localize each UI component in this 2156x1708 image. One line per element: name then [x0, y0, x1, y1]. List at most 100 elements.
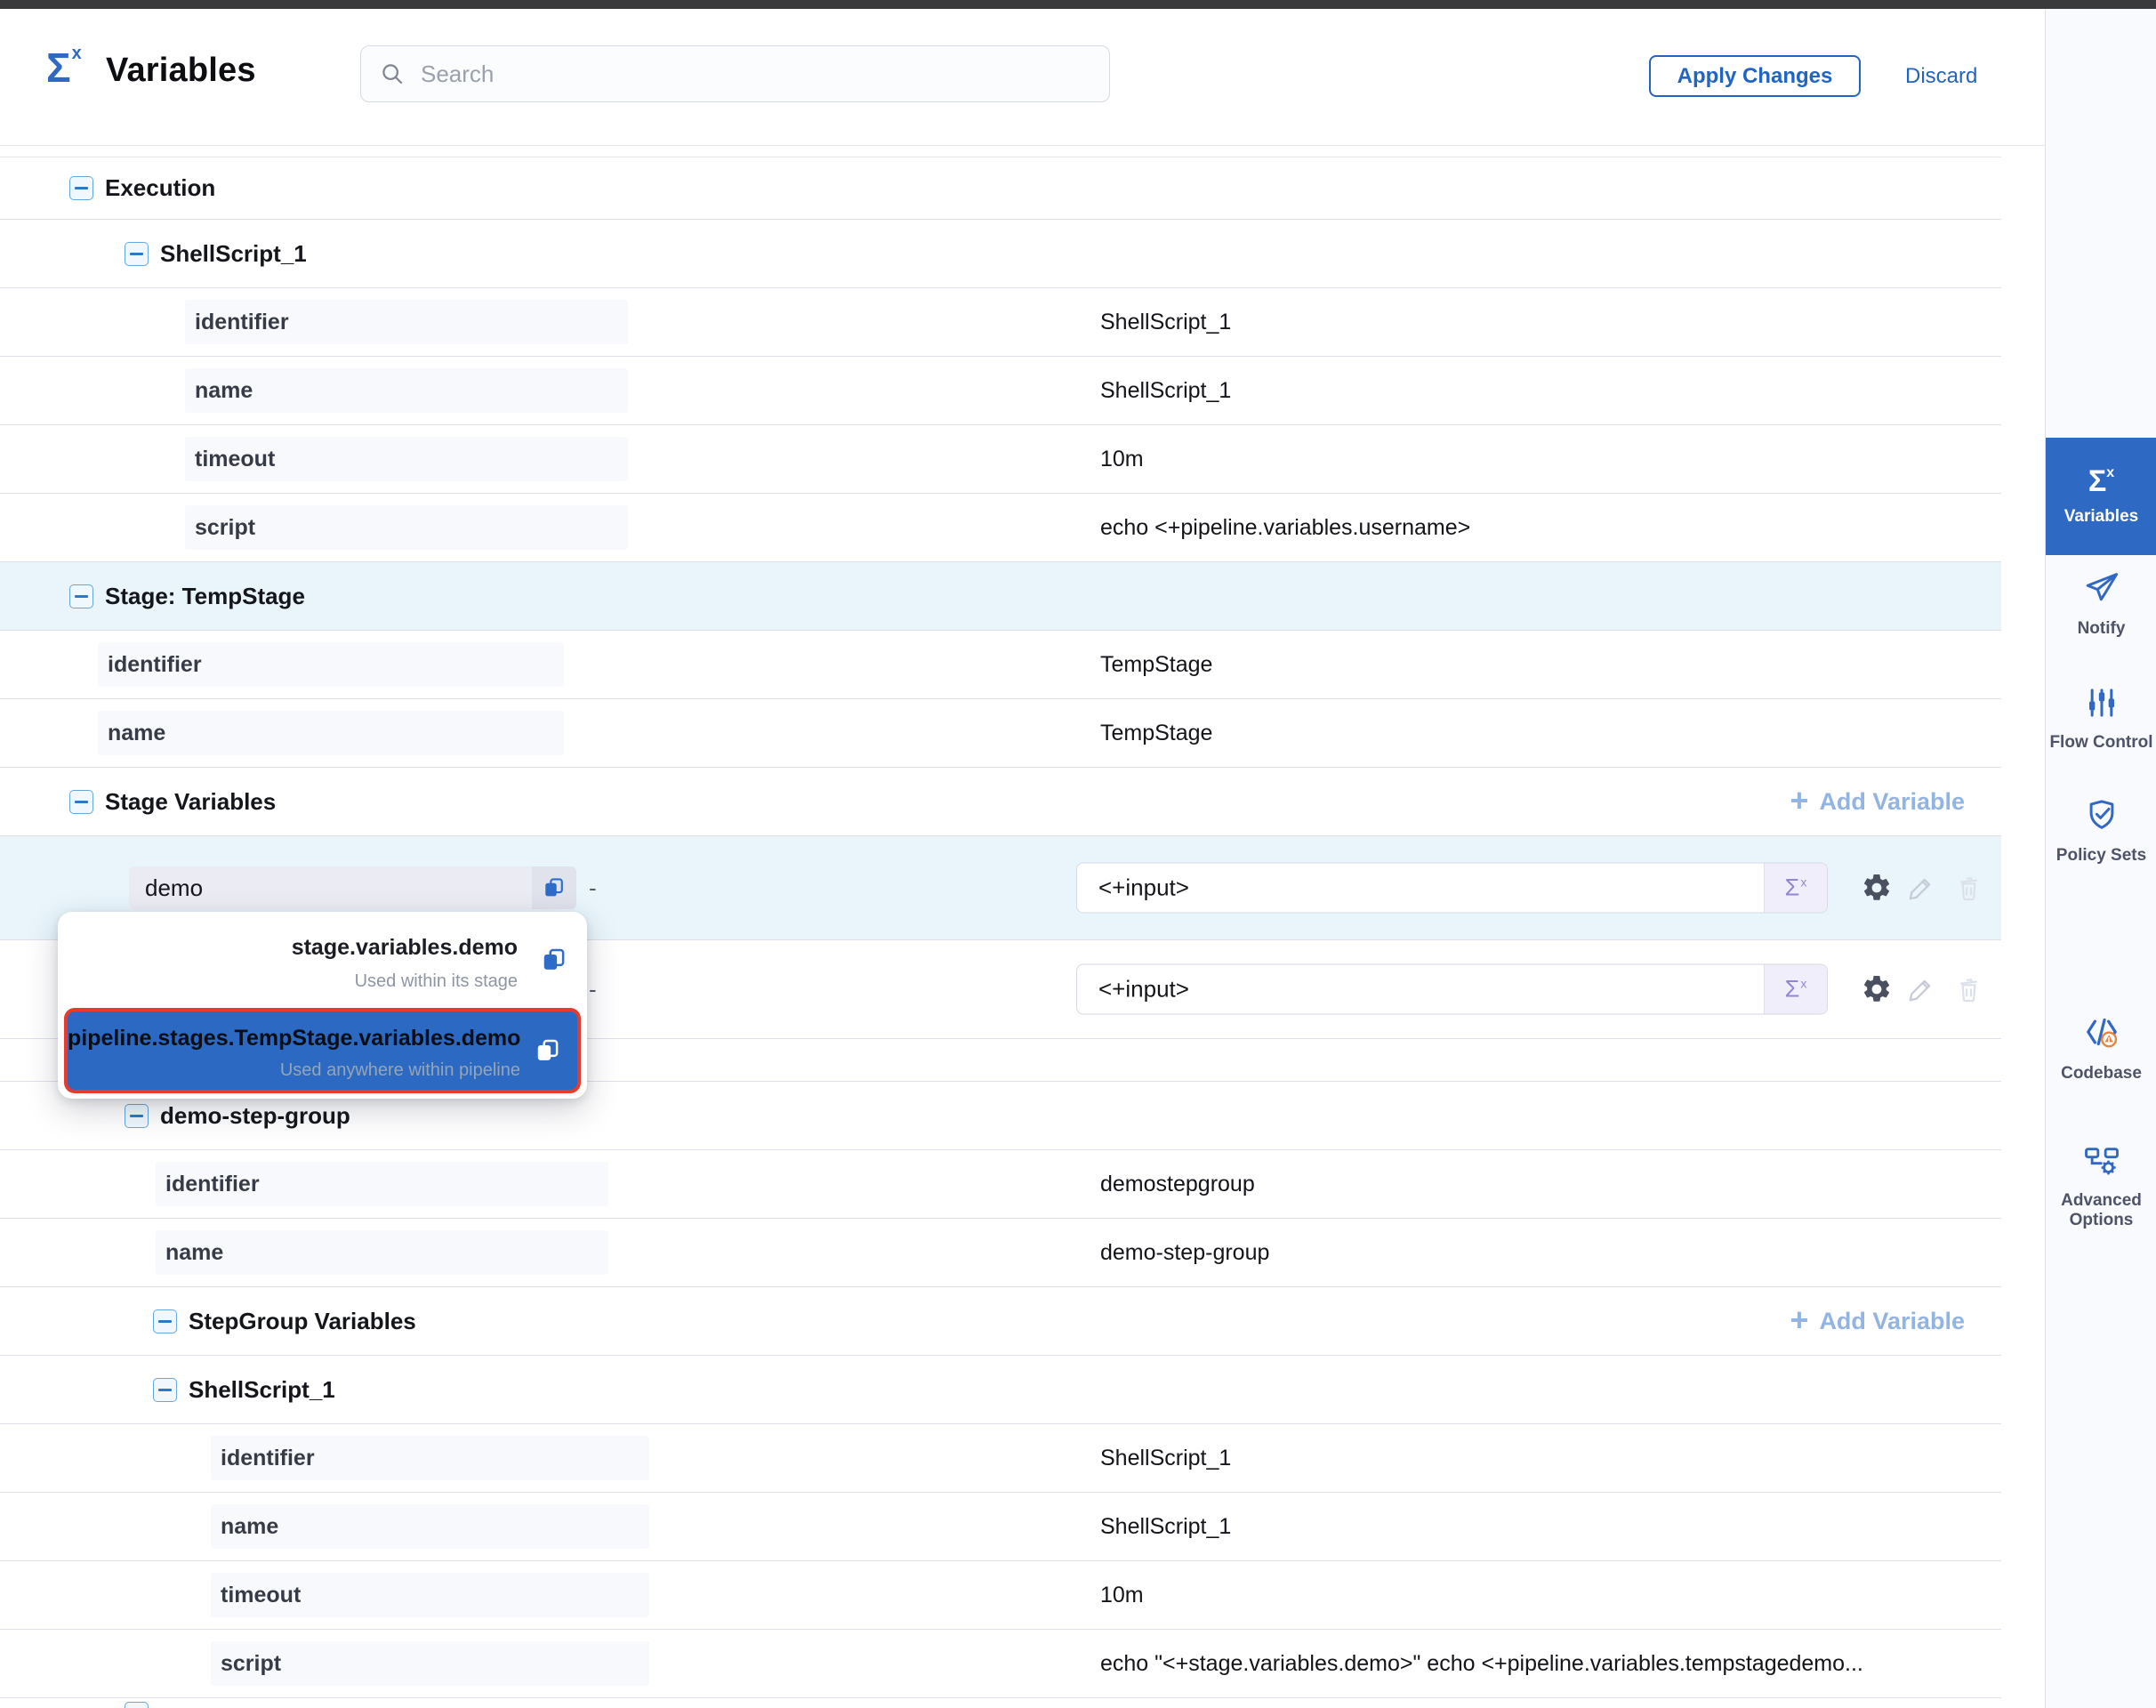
- sidebar-item-notify[interactable]: Notify: [2046, 569, 2156, 639]
- plus-icon: +: [1790, 1308, 1808, 1333]
- variable-delete-icon[interactable]: [1954, 975, 1983, 1004]
- clipped-next-row: [0, 1698, 2001, 1708]
- variable-path-description: Used within its stage: [58, 971, 518, 992]
- variable-delete-icon[interactable]: [1954, 874, 1983, 903]
- property-row: name ShellScript_1: [0, 1493, 2001, 1561]
- paper-plane-icon: [2083, 595, 2120, 610]
- panel-header: Σx Variables Apply Changes Discard: [0, 9, 2045, 146]
- collapse-minus-icon[interactable]: [69, 176, 93, 200]
- variable-value-text: <+input>: [1077, 976, 1764, 1003]
- property-row: name TempStage: [0, 699, 2001, 768]
- copy-icon[interactable]: [535, 1037, 561, 1064]
- sidebar-item-label: Policy Sets: [2046, 846, 2156, 866]
- sliders-icon: [2084, 709, 2120, 724]
- group-label[interactable]: ShellScript_1: [160, 240, 307, 268]
- variable-path-popup: stage.variables.demo Used within its sta…: [58, 912, 587, 1099]
- group-label[interactable]: Execution: [105, 174, 215, 202]
- tree-group-row: Execution: [0, 157, 2001, 220]
- property-value: ShellScript_1: [1100, 1514, 1231, 1540]
- property-row: name ShellScript_1: [0, 357, 2001, 425]
- group-label[interactable]: Stage Variables: [105, 788, 276, 816]
- collapse-minus-icon[interactable]: [125, 242, 149, 266]
- tree-group-row: Stage: TempStage: [0, 562, 2001, 631]
- property-row: script echo "<+stage.variables.demo>" ec…: [0, 1630, 2001, 1698]
- variable-edit-icon[interactable]: [1906, 873, 1936, 903]
- collapse-minus-icon[interactable]: [153, 1378, 177, 1402]
- property-value: echo "<+stage.variables.demo>" echo <+pi…: [1100, 1651, 1863, 1677]
- property-value: TempStage: [1100, 721, 1212, 746]
- plus-icon: +: [1790, 788, 1808, 814]
- variable-path-text: stage.variables.demo: [58, 935, 518, 961]
- collapse-minus-icon[interactable]: [153, 1309, 177, 1333]
- variables-panel: Σx Variables Apply Changes Discard Execu…: [0, 0, 2156, 1708]
- variable-value-input[interactable]: <+input> Σx: [1076, 863, 1828, 914]
- collapse-minus-icon[interactable]: [69, 584, 93, 608]
- property-name: script: [211, 1641, 649, 1686]
- add-variable-button[interactable]: + Add Variable: [1784, 787, 1970, 817]
- tree-group-row: StepGroup Variables + Add Variable: [0, 1287, 2001, 1356]
- add-variable-label: Add Variable: [1819, 1308, 1965, 1335]
- property-value: ShellScript_1: [1100, 378, 1231, 404]
- group-label[interactable]: ShellScript_1: [189, 1376, 335, 1404]
- variable-description-dash: -: [589, 874, 597, 902]
- variable-settings-icon[interactable]: [1861, 872, 1893, 904]
- collapse-minus-icon[interactable]: [125, 1104, 149, 1128]
- property-row: identifier ShellScript_1: [0, 288, 2001, 357]
- property-row: identifier ShellScript_1: [0, 1424, 2001, 1493]
- variable-settings-icon[interactable]: [1861, 973, 1893, 1005]
- property-name: identifier: [156, 1162, 608, 1206]
- discard-button[interactable]: Discard: [1905, 55, 1977, 97]
- sidebar-item-label: Notify: [2046, 619, 2156, 639]
- shield-check-icon: [2083, 822, 2120, 837]
- search-input[interactable]: [419, 60, 1091, 89]
- collapse-minus-icon[interactable]: [69, 790, 93, 814]
- expression-toggle-icon[interactable]: Σx: [1764, 864, 1827, 913]
- variable-path-option-stage[interactable]: stage.variables.demo Used within its sta…: [58, 912, 587, 1008]
- sidebar-item-advanced-options[interactable]: Advanced Options: [2046, 1143, 2156, 1230]
- variable-value-input[interactable]: <+input> Σx: [1076, 964, 1828, 1015]
- collapse-minus-icon[interactable]: [125, 1702, 149, 1708]
- property-name: timeout: [211, 1573, 649, 1617]
- variable-name-text: demo: [129, 866, 532, 909]
- property-value: ShellScript_1: [1100, 1446, 1231, 1471]
- property-row: timeout 10m: [0, 425, 2001, 494]
- sidebar-item-flow-control[interactable]: Flow Control: [2046, 685, 2156, 753]
- search-icon: [379, 60, 406, 87]
- variable-description-dash: -: [589, 976, 597, 1003]
- property-value: demo-step-group: [1100, 1240, 1269, 1266]
- property-name: name: [211, 1504, 649, 1549]
- property-name: identifier: [98, 642, 564, 687]
- right-sidebar: Σx Variables Notify Flow Control Policy …: [2045, 9, 2156, 1708]
- sidebar-item-codebase[interactable]: Codebase: [2046, 1012, 2156, 1084]
- group-label[interactable]: demo-step-group: [160, 1102, 350, 1130]
- apply-changes-button[interactable]: Apply Changes: [1649, 55, 1861, 97]
- property-value: 10m: [1100, 447, 1144, 472]
- copy-icon[interactable]: [541, 947, 567, 973]
- sidebar-item-label: Variables: [2064, 507, 2138, 527]
- variables-sigma-icon: Σx: [46, 44, 82, 88]
- sidebar-item-variables[interactable]: Σx Variables: [2046, 438, 2156, 555]
- add-variable-button[interactable]: + Add Variable: [1784, 1307, 1970, 1336]
- property-name: identifier: [185, 300, 628, 344]
- group-label[interactable]: StepGroup Variables: [189, 1308, 416, 1335]
- variable-name-field[interactable]: demo: [129, 866, 576, 909]
- variable-path-text: pipeline.stages.TempStage.variables.demo: [68, 1026, 520, 1051]
- expression-toggle-icon[interactable]: Σx: [1764, 965, 1827, 1014]
- sidebar-item-label: Codebase: [2046, 1064, 2156, 1084]
- variables-tree-content: Execution ShellScript_1 identifier Shell…: [0, 146, 2045, 1708]
- copy-icon[interactable]: [532, 866, 576, 909]
- tree-group-row: ShellScript_1: [0, 220, 2001, 288]
- window-top-bar: [0, 0, 2156, 9]
- property-name: timeout: [185, 437, 628, 481]
- variables-sigma-icon: Σx: [2088, 466, 2114, 496]
- variable-edit-icon[interactable]: [1906, 974, 1936, 1004]
- variable-path-option-pipeline[interactable]: pipeline.stages.TempStage.variables.demo…: [64, 1008, 581, 1093]
- property-name: name: [156, 1230, 608, 1275]
- property-name: script: [185, 505, 628, 550]
- variable-value-text: <+input>: [1077, 874, 1764, 902]
- property-row: name demo-step-group: [0, 1219, 2001, 1287]
- property-name: name: [185, 368, 628, 413]
- search-box[interactable]: [360, 45, 1110, 102]
- group-label[interactable]: Stage: TempStage: [105, 583, 305, 610]
- sidebar-item-policy-sets[interactable]: Policy Sets: [2046, 796, 2156, 866]
